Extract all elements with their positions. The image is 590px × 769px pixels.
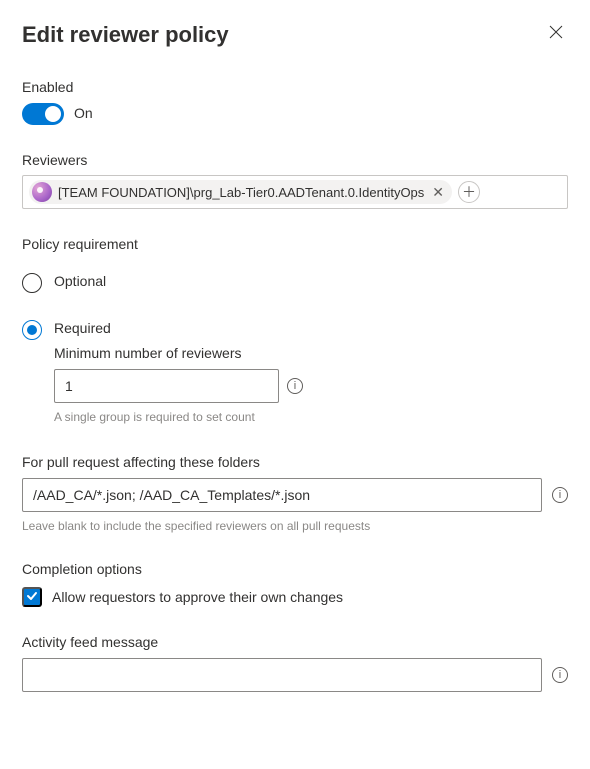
close-icon: ✕ xyxy=(432,184,444,200)
enabled-label: Enabled xyxy=(22,78,568,97)
dialog-title: Edit reviewer policy xyxy=(22,20,229,50)
enabled-state-label: On xyxy=(74,104,93,123)
policy-requirement-label: Policy requirement xyxy=(22,235,568,254)
activity-feed-input[interactable] xyxy=(22,658,542,692)
info-icon: i xyxy=(552,667,568,683)
checkmark-icon xyxy=(25,589,39,606)
reviewers-label: Reviewers xyxy=(22,151,568,170)
toggle-knob xyxy=(45,106,61,122)
activity-feed-label: Activity feed message xyxy=(22,633,568,652)
radio-optional[interactable] xyxy=(22,273,42,293)
radio-required[interactable] xyxy=(22,320,42,340)
reviewers-field[interactable]: [TEAM FOUNDATION]\prg_Lab-Tier0.AADTenan… xyxy=(22,175,568,209)
completion-options-label: Completion options xyxy=(22,560,568,579)
reviewer-remove-button[interactable]: ✕ xyxy=(430,185,446,199)
folders-hint: Leave blank to include the specified rev… xyxy=(22,518,568,534)
folders-input[interactable] xyxy=(22,478,542,512)
plus-icon: ＋ xyxy=(462,185,476,199)
info-icon: i xyxy=(287,378,303,394)
reviewer-chip: [TEAM FOUNDATION]\prg_Lab-Tier0.AADTenan… xyxy=(29,180,452,204)
folders-label: For pull request affecting these folders xyxy=(22,453,568,472)
info-icon: i xyxy=(552,487,568,503)
min-reviewers-hint: A single group is required to set count xyxy=(54,409,303,425)
radio-optional-label: Optional xyxy=(54,272,106,291)
close-button[interactable] xyxy=(544,20,568,47)
allow-self-approve-checkbox[interactable] xyxy=(22,587,42,607)
reviewer-chip-name: [TEAM FOUNDATION]\prg_Lab-Tier0.AADTenan… xyxy=(58,184,424,202)
radio-required-label: Required xyxy=(54,319,303,338)
add-reviewer-button[interactable]: ＋ xyxy=(458,181,480,203)
min-reviewers-label: Minimum number of reviewers xyxy=(54,344,303,363)
close-icon xyxy=(548,28,564,43)
allow-self-approve-label: Allow requestors to approve their own ch… xyxy=(52,588,343,607)
enabled-toggle[interactable] xyxy=(22,103,64,125)
avatar-icon xyxy=(32,182,52,202)
min-reviewers-input[interactable] xyxy=(54,369,279,403)
